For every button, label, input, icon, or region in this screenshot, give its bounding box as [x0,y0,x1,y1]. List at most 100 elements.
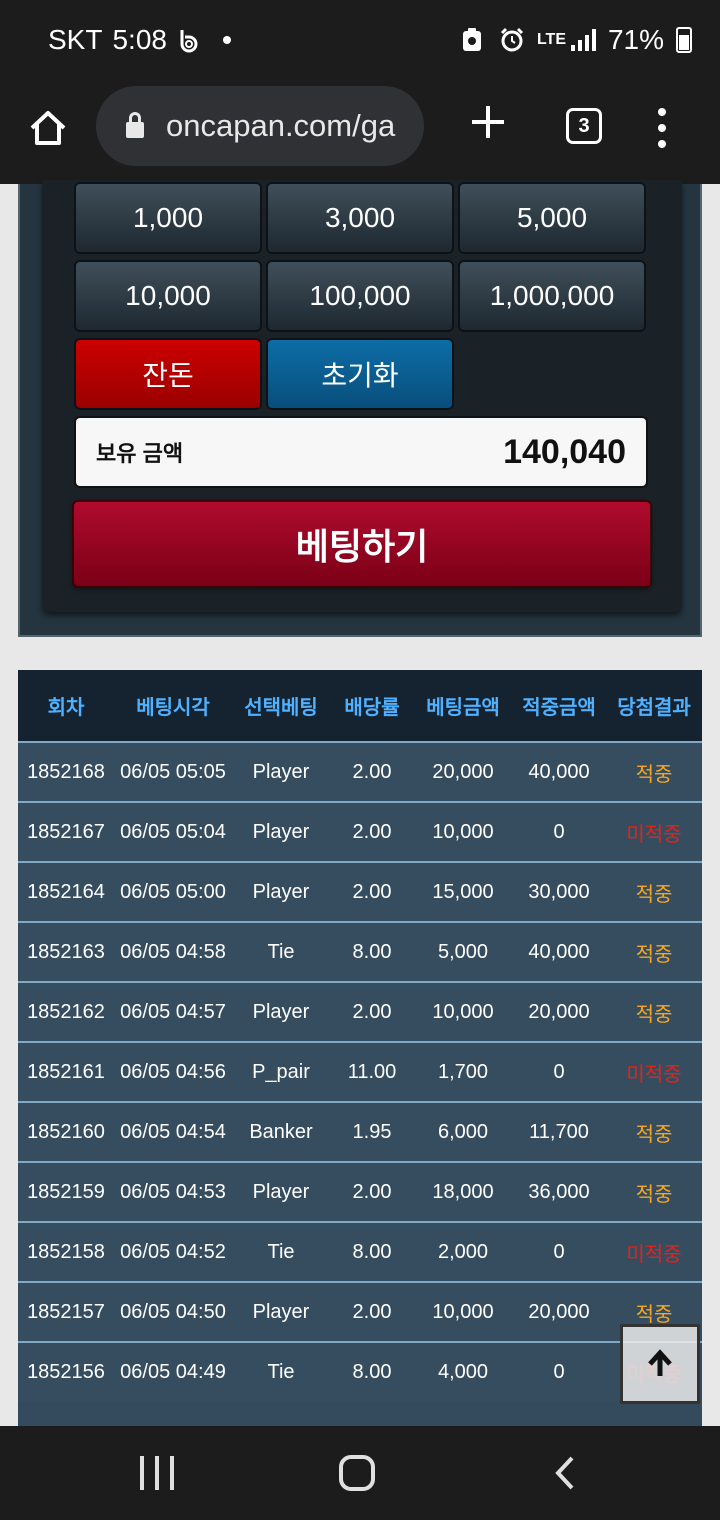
cell-result: 미적중 [626,823,682,846]
chip-1000000-button[interactable]: 1,000,000 [458,260,646,332]
cell-selection: P_pair [252,1060,310,1083]
cell-round: 1852159 [27,1180,105,1203]
battery-percent: 71% [607,24,664,55]
cell-round: 1852162 [27,1000,105,1023]
col-odds: 배당률 [344,697,400,719]
cell-odds: 2.00 [352,1300,392,1323]
cell-win-amount: 36,000 [528,1180,590,1203]
chip-5000-button[interactable]: 5,000 [458,182,646,254]
col-bet-time: 베팅시각 [136,697,210,719]
signal-icon [570,29,596,51]
cell-bet-time: 06/05 05:04 [120,820,226,843]
reset-button[interactable]: 초기화 [266,338,454,410]
cell-win-amount: 20,000 [528,1300,590,1323]
clipboard-icon [461,27,487,53]
bet-history-table: 회차 베팅시각 선택베팅 배당률 베팅금액 적중금액 당첨결과 1852168 0… [18,670,702,1426]
table-row: 1852162 06/05 04:57 Player 2.00 10,000 20,000… [18,982,702,1042]
cell-odds: 1.95 [352,1120,392,1143]
table-row: 1852160 06/05 04:54 Banker 1.95 6,000 11,700 적… [18,1102,702,1162]
cell-selection: Player [252,1000,310,1023]
col-bet-amount: 베팅금액 [426,697,500,719]
chip-3000-button[interactable]: 3,000 [266,182,454,254]
cell-bet-time: 06/05 04:49 [120,1361,226,1383]
cell-result: 미적중 [626,1243,682,1266]
status-right: LTE 71% [461,24,692,56]
cell-bet-time: 06/05 04:58 [120,940,226,963]
change-button[interactable]: 잔돈 [74,338,262,410]
back-icon[interactable] [548,1456,582,1490]
cell-round: 1852168 [27,760,105,783]
cell-win-amount: 40,000 [528,940,590,963]
cell-round: 1852163 [27,940,105,963]
chip-1000-button[interactable]: 1,000 [74,182,262,254]
cell-bet-amount: 18,000 [432,1180,494,1203]
new-tab-icon[interactable] [470,104,506,140]
cell-selection: Player [252,1180,310,1203]
address-bar[interactable]: oncapan.com/ga [96,86,424,166]
table-row: 1852157 06/05 04:50 Player 2.00 10,000 20,000… [18,1282,702,1342]
cell-bet-amount: 6,000 [437,1120,489,1143]
balance-label: 보유 금액 [96,441,184,466]
cell-odds: 2.00 [352,760,392,783]
col-selection: 선택베팅 [244,697,318,719]
col-result: 당첨결과 [617,697,691,719]
cell-bet-amount: 20,000 [432,760,494,783]
status-bar: SKT 5:08 LTE 71% [0,0,720,86]
table-row: 185215606/05 04:49Tie8.004,0000미적중 [18,1342,702,1402]
notification-dot-icon [222,36,231,44]
cell-result: 적중 [635,1123,673,1146]
lock-icon [126,112,144,138]
arrow-up-icon [648,1349,672,1376]
cell-round: 1852160 [27,1120,105,1143]
cell-selection: Banker [249,1120,313,1143]
cell-bet-amount: 2,000 [437,1240,489,1263]
lte-icon: LTE [536,31,566,48]
place-bet-button[interactable]: 베팅하기 [72,500,652,588]
cell-odds: 2.00 [352,880,392,903]
tab-switcher-button[interactable]: 3 [566,108,602,144]
cell-win-amount: 11,700 [529,1120,589,1143]
cell-bet-amount: 4,000 [437,1361,489,1383]
chip-10000-button[interactable]: 10,000 [74,260,262,332]
table-row: 1852161 06/05 04:56 P_pair 11.00 1,700 0 미적중 [18,1042,702,1102]
cell-bet-amount: 10,000 [432,1000,494,1023]
balance-value: 140,040 [503,432,626,471]
home-icon[interactable] [28,108,68,148]
recent-apps-icon[interactable] [140,1456,174,1490]
cell-bet-amount: 10,000 [432,1300,494,1323]
cell-bet-time: 06/05 04:56 [120,1060,226,1083]
status-left: SKT 5:08 [48,24,231,56]
cell-round: 1852161 [27,1060,105,1083]
cell-result: 미적중 [626,1063,682,1086]
alarm-icon [499,27,525,53]
cell-round: 1852164 [27,880,105,903]
more-menu-icon[interactable] [656,108,668,148]
table-row: 1852163 06/05 04:58 Tie 8.00 5,000 40,000 적중 [18,922,702,982]
home-nav-icon[interactable] [339,1455,375,1491]
cell-selection: Tie [267,940,295,963]
clock: 5:08 [112,24,167,55]
system-nav-bar [0,1426,720,1520]
col-win-amount: 적중금액 [522,697,596,719]
table-row: 1852168 06/05 05:05 Player 2.00 20,000 40,000… [18,742,702,802]
cell-selection: Tie [267,1361,295,1383]
cell-bet-amount: 1,700 [437,1060,489,1083]
cell-selection: Player [252,1300,310,1323]
cell-bet-amount: 5,000 [437,940,489,963]
cell-selection: Tie [267,1240,295,1263]
cell-result: 적중 [635,1183,673,1206]
cell-bet-amount: 15,000 [432,880,494,903]
cell-odds: 2.00 [352,1180,392,1203]
cell-bet-time: 06/05 04:57 [120,1000,226,1023]
col-round: 회차 [47,697,85,719]
cell-win-amount: 40,000 [528,760,590,783]
cell-win-amount: 0 [553,1361,565,1383]
betting-panel-inner: 1,000 3,000 5,000 10,000 100,000 1,000,0… [42,180,682,612]
betting-panel: 1,000 3,000 5,000 10,000 100,000 1,000,0… [18,180,702,637]
table-header-row: 회차 베팅시각 선택베팅 배당률 베팅금액 적중금액 당첨결과 [18,670,702,742]
cell-odds: 11.00 [347,1060,397,1083]
cell-round: 1852167 [27,820,105,843]
scroll-top-button[interactable] [620,1324,700,1404]
chip-100000-button[interactable]: 100,000 [266,260,454,332]
cell-bet-amount: 10,000 [432,820,494,843]
